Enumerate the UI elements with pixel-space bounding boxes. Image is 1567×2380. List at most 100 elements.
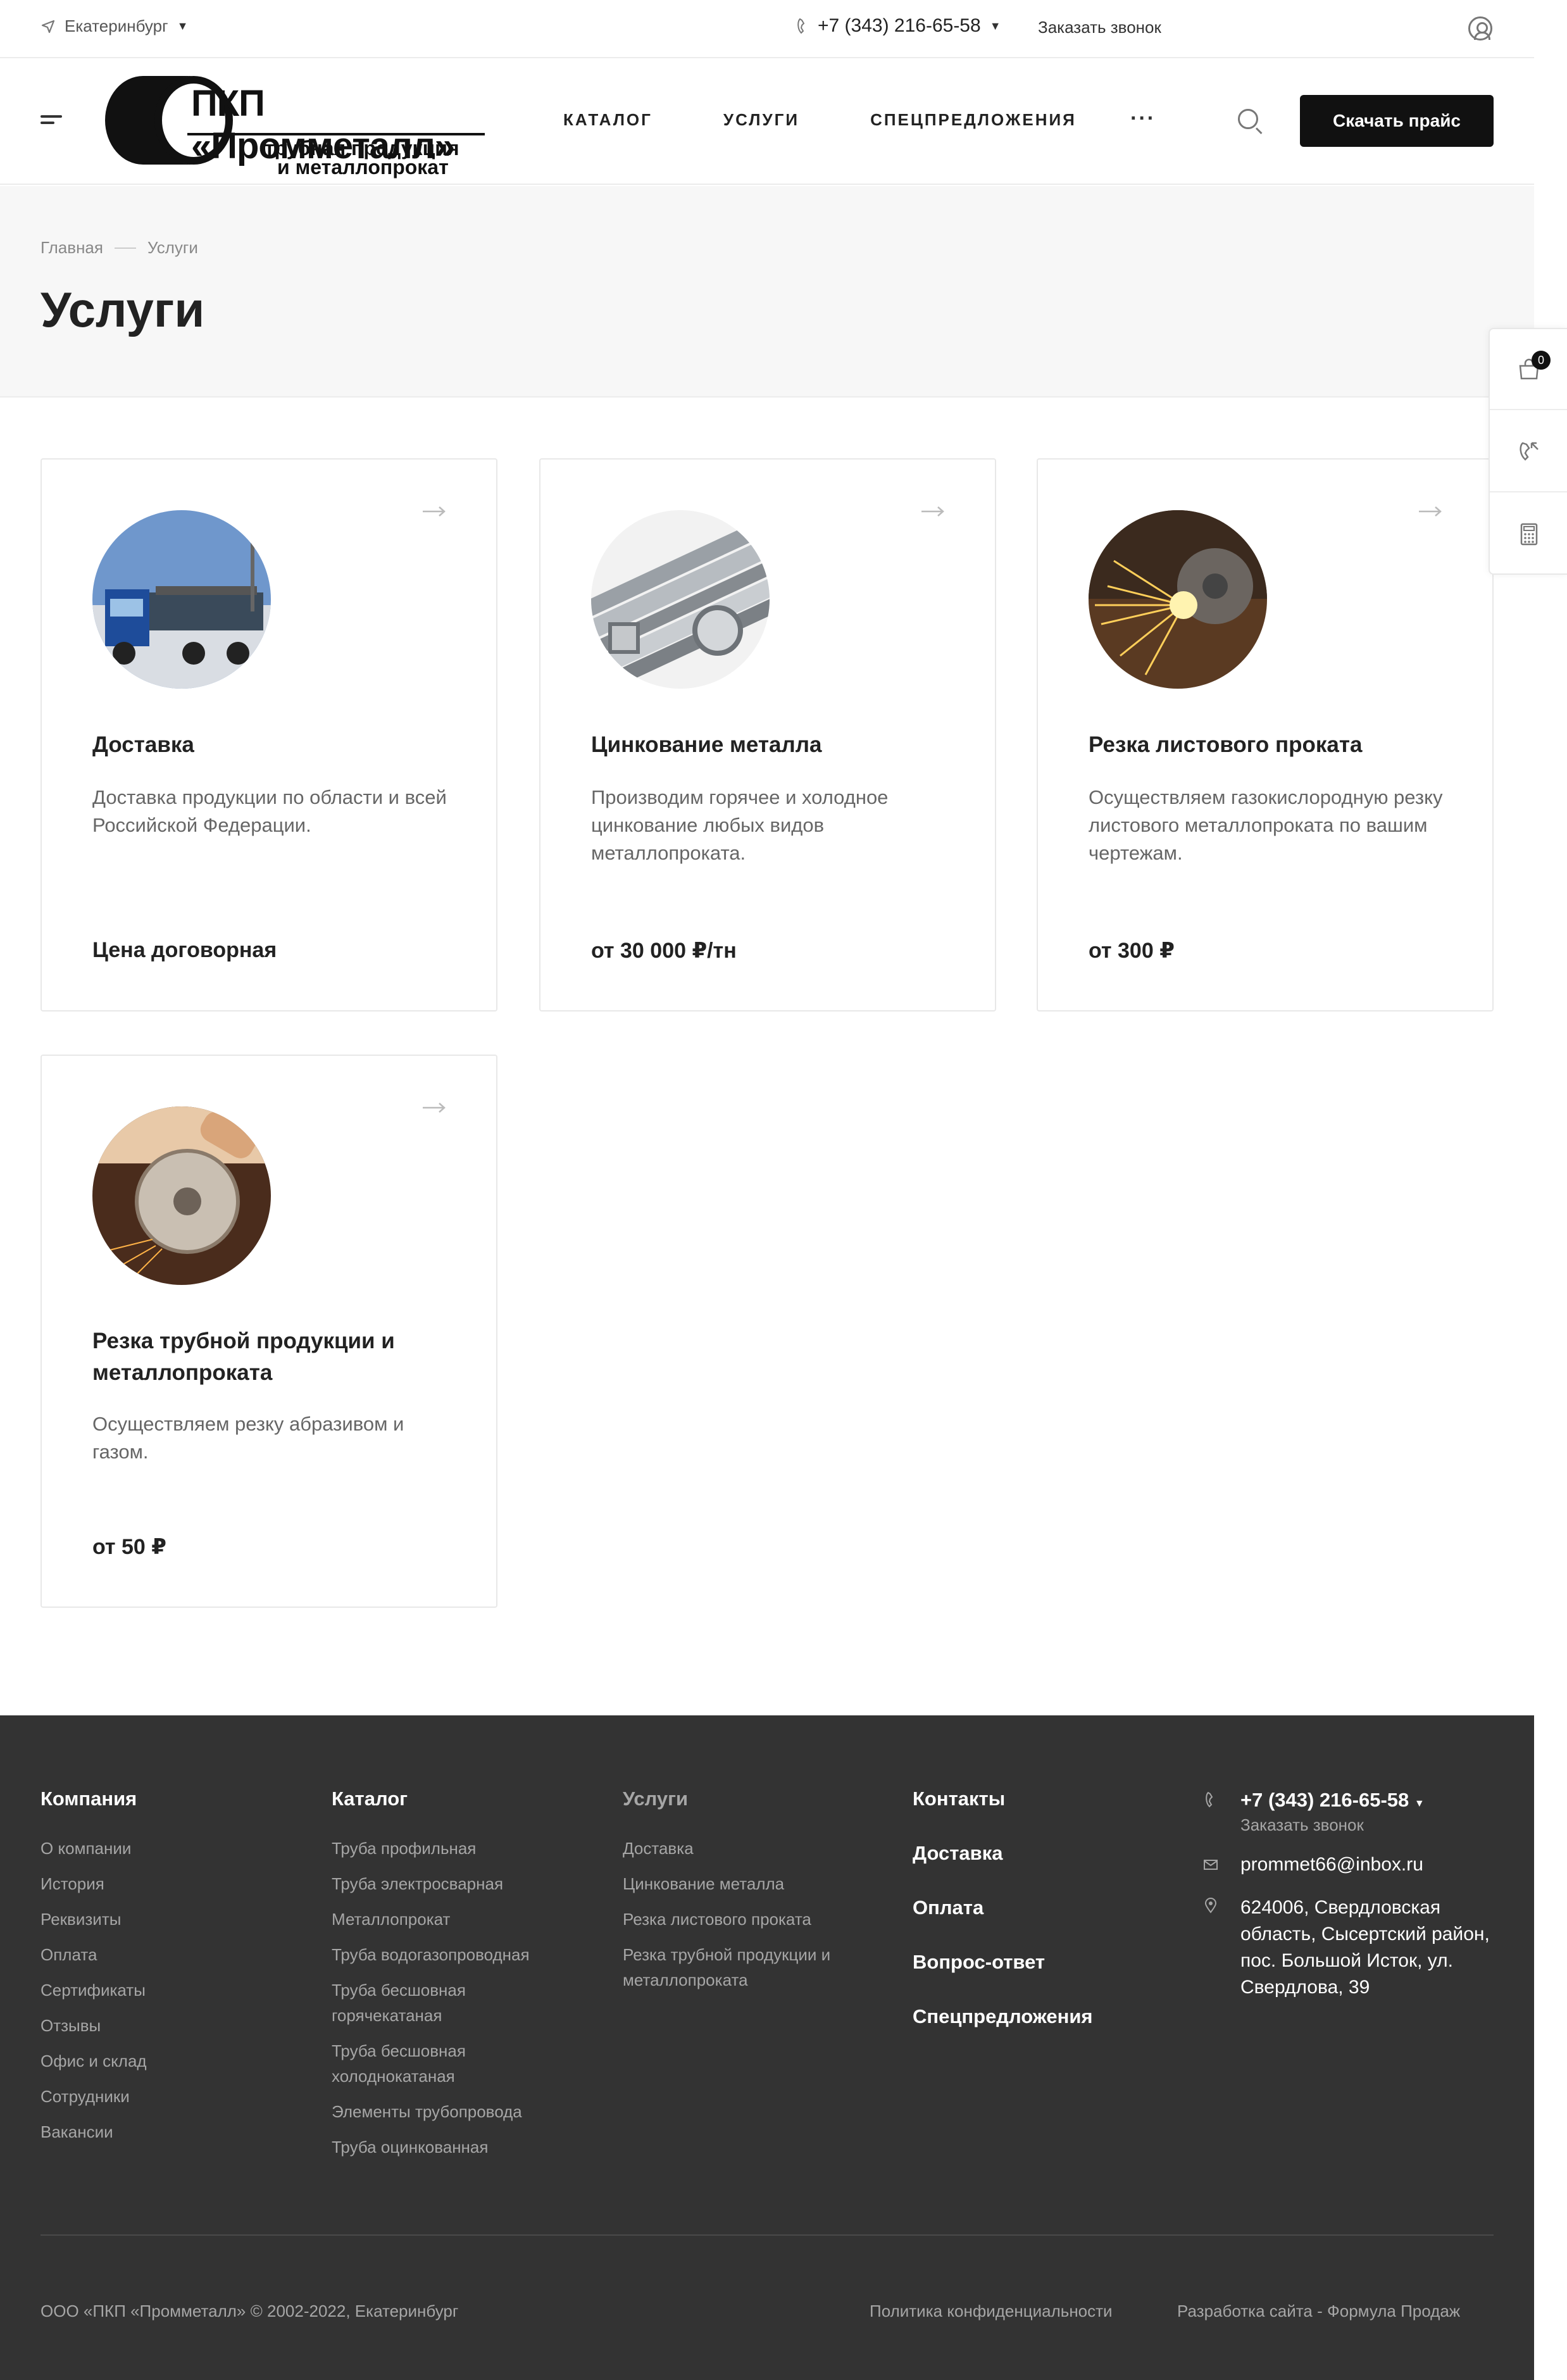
- card-description: Осуществляем резку абразивом и газом.: [92, 1413, 404, 1463]
- menu-icon[interactable]: [41, 115, 62, 128]
- footer-address: 624006, Свердловская область, Сысертский…: [1240, 1897, 1490, 1998]
- footer-link[interactable]: Труба электросварная: [332, 1871, 585, 1896]
- nav-catalog[interactable]: КАТАЛОГ: [563, 110, 652, 130]
- footer-link[interactable]: Труба водогазопроводная: [332, 1942, 585, 1967]
- privacy-policy-link[interactable]: Политика конфиденциальности: [870, 2302, 1113, 2321]
- cart-count-badge: 0: [1532, 351, 1551, 370]
- card-price: от 50 ₽: [92, 1535, 166, 1559]
- footer-link[interactable]: Оплата: [41, 1942, 147, 1967]
- phone-link[interactable]: +7 (343) 216-65-58 ▼: [796, 15, 1001, 37]
- card-title: Резка трубной продукции и металлопроката: [92, 1329, 395, 1385]
- chevron-down-icon[interactable]: ▼: [990, 20, 1001, 33]
- card-price: от 30 000 ₽/тн: [591, 939, 737, 963]
- location-pin-icon: [1204, 1898, 1217, 1913]
- footer-email[interactable]: prommet66@inbox.ru: [1240, 1854, 1494, 1876]
- pipes-image: [591, 510, 770, 689]
- phone-callback-button[interactable]: [1490, 411, 1567, 492]
- grinder-image: [92, 1106, 271, 1285]
- city-label: Екатеринбург: [65, 16, 168, 35]
- city-selector[interactable]: Екатеринбург ▼: [41, 16, 188, 36]
- more-menu-icon[interactable]: ···: [1130, 106, 1156, 131]
- nav-services[interactable]: УСЛУГИ: [723, 110, 799, 130]
- footer-link[interactable]: Сертификаты: [41, 1977, 147, 2003]
- cart-button[interactable]: 0: [1490, 329, 1567, 410]
- sparks-image: [1089, 510, 1267, 689]
- footer-link[interactable]: История: [41, 1871, 147, 1896]
- service-card[interactable]: Резка трубной продукции и металлопроката…: [41, 1055, 497, 1608]
- footer-divider: [41, 2234, 1494, 2236]
- footer-link[interactable]: Реквизиты: [41, 1907, 147, 1932]
- service-card[interactable]: Резка листового проката Осуществляем газ…: [1037, 458, 1494, 1012]
- footer-link-delivery[interactable]: Доставка: [913, 1842, 1092, 1865]
- page: Екатеринбург ▼ +7 (343) 216-65-58 ▼ Зака…: [0, 0, 1534, 2380]
- truck-image: [92, 510, 271, 689]
- breadcrumb-separator: [114, 247, 136, 249]
- breadcrumb: Главная Услуги: [41, 238, 198, 258]
- footer-link[interactable]: Отзывы: [41, 2013, 147, 2038]
- location-arrow-icon: [41, 20, 55, 33]
- footer-link[interactable]: Элементы трубопровода: [332, 2099, 585, 2124]
- footer-heading[interactable]: Каталог: [332, 1788, 585, 1810]
- service-card[interactable]: Доставка Доставка продукции по области и…: [41, 458, 497, 1012]
- calculator-icon: [1520, 523, 1538, 546]
- arrow-right-icon: [921, 506, 944, 517]
- logo-tagline-2: и металлопрокат: [277, 156, 449, 178]
- footer-link[interactable]: Металлопрокат: [332, 1907, 585, 1932]
- footer-link-special-offers[interactable]: Спецпредложения: [913, 2005, 1092, 2028]
- top-bar: Екатеринбург ▼ +7 (343) 216-65-58 ▼ Зака…: [0, 0, 1534, 58]
- search-icon[interactable]: [1238, 109, 1258, 129]
- footer-email-row: prommet66@inbox.ru: [1202, 1854, 1494, 1876]
- card-description: Доставка продукции по области и всей Рос…: [92, 786, 447, 836]
- card-price: Цена договорная: [92, 938, 277, 962]
- footer-link[interactable]: О компании: [41, 1836, 147, 1861]
- card-description: Осуществляем газокислородную резку листо…: [1089, 786, 1443, 864]
- footer-link-faq[interactable]: Вопрос-ответ: [913, 1951, 1092, 1974]
- footer-contacts: +7 (343) 216-65-58 ▼ Заказать звонок pro…: [1202, 1789, 1494, 2020]
- footer-heading[interactable]: Услуги: [623, 1788, 889, 1810]
- service-card[interactable]: Цинкование металла Производим горячее и …: [539, 458, 996, 1012]
- footer-link[interactable]: Труба оцинкованная: [332, 2134, 585, 2160]
- footer-catalog-column: Каталог Труба профильная Труба электросв…: [332, 1788, 585, 2170]
- footer-link[interactable]: Резка трубной продукции и металлопроката: [623, 1942, 876, 1993]
- footer-info-column: Контакты Доставка Оплата Вопрос-ответ Сп…: [913, 1788, 1092, 2060]
- footer-link[interactable]: Вакансии: [41, 2119, 147, 2145]
- footer-services-column: Услуги Доставка Цинкование металла Резка…: [623, 1788, 889, 2003]
- footer-link[interactable]: Труба бесшовная холоднокатаная: [332, 2038, 496, 2089]
- footer-phone[interactable]: +7 (343) 216-65-58 ▼: [1240, 1789, 1494, 1812]
- logo[interactable]: ПКП «Промметалл» трубная продукция и мет…: [99, 63, 485, 178]
- breadcrumb-current: Услуги: [147, 238, 198, 257]
- calculator-button[interactable]: [1490, 494, 1567, 575]
- header: ПКП «Промметалл» трубная продукция и мет…: [0, 58, 1534, 185]
- page-header: Главная Услуги Услуги: [0, 186, 1534, 398]
- footer-link[interactable]: Сотрудники: [41, 2084, 147, 2109]
- breadcrumb-home[interactable]: Главная: [41, 238, 103, 258]
- copyright: ООО «ПКП «Промметалл» © 2002-2022, Екате…: [41, 2302, 459, 2320]
- download-price-button[interactable]: Скачать прайс: [1300, 95, 1494, 147]
- footer-link-payment[interactable]: Оплата: [913, 1896, 1092, 1919]
- footer-link[interactable]: Труба бесшовная горячекатаная: [332, 1977, 496, 2028]
- footer-link[interactable]: Труба профильная: [332, 1836, 585, 1861]
- phone-icon: [1206, 1791, 1213, 1808]
- developer-link[interactable]: Разработка сайта - Формула Продаж: [1177, 2302, 1460, 2321]
- footer-link[interactable]: Офис и склад: [41, 2048, 147, 2074]
- footer-link[interactable]: Доставка: [623, 1836, 889, 1861]
- footer-link[interactable]: Резка листового проката: [623, 1907, 889, 1932]
- nav-special-offers[interactable]: СПЕЦПРЕДЛОЖЕНИЯ: [870, 110, 1077, 130]
- arrow-right-icon: [423, 1103, 446, 1113]
- user-icon[interactable]: [1468, 16, 1492, 41]
- footer-phone-number: +7 (343) 216-65-58: [1240, 1789, 1409, 1811]
- mail-icon: [1204, 1860, 1218, 1870]
- footer-company-column: Компания О компании История Реквизиты Оп…: [41, 1788, 147, 2155]
- chevron-down-icon[interactable]: ▼: [1414, 1798, 1425, 1809]
- side-panel: 0: [1489, 328, 1567, 575]
- footer-callback-link[interactable]: Заказать звонок: [1240, 1815, 1494, 1835]
- card-title: Резка листового проката: [1089, 732, 1363, 757]
- footer-link[interactable]: Цинкование металла: [623, 1871, 889, 1896]
- footer-heading[interactable]: Компания: [41, 1788, 147, 1810]
- phone-icon: [797, 18, 805, 34]
- phone-callback-icon: [1520, 442, 1539, 461]
- footer-link-contacts[interactable]: Контакты: [913, 1788, 1092, 1810]
- chevron-down-icon: ▼: [177, 20, 189, 32]
- callback-link[interactable]: Заказать звонок: [1038, 18, 1161, 37]
- footer-address-row: 624006, Свердловская область, Сысертский…: [1202, 1895, 1494, 2001]
